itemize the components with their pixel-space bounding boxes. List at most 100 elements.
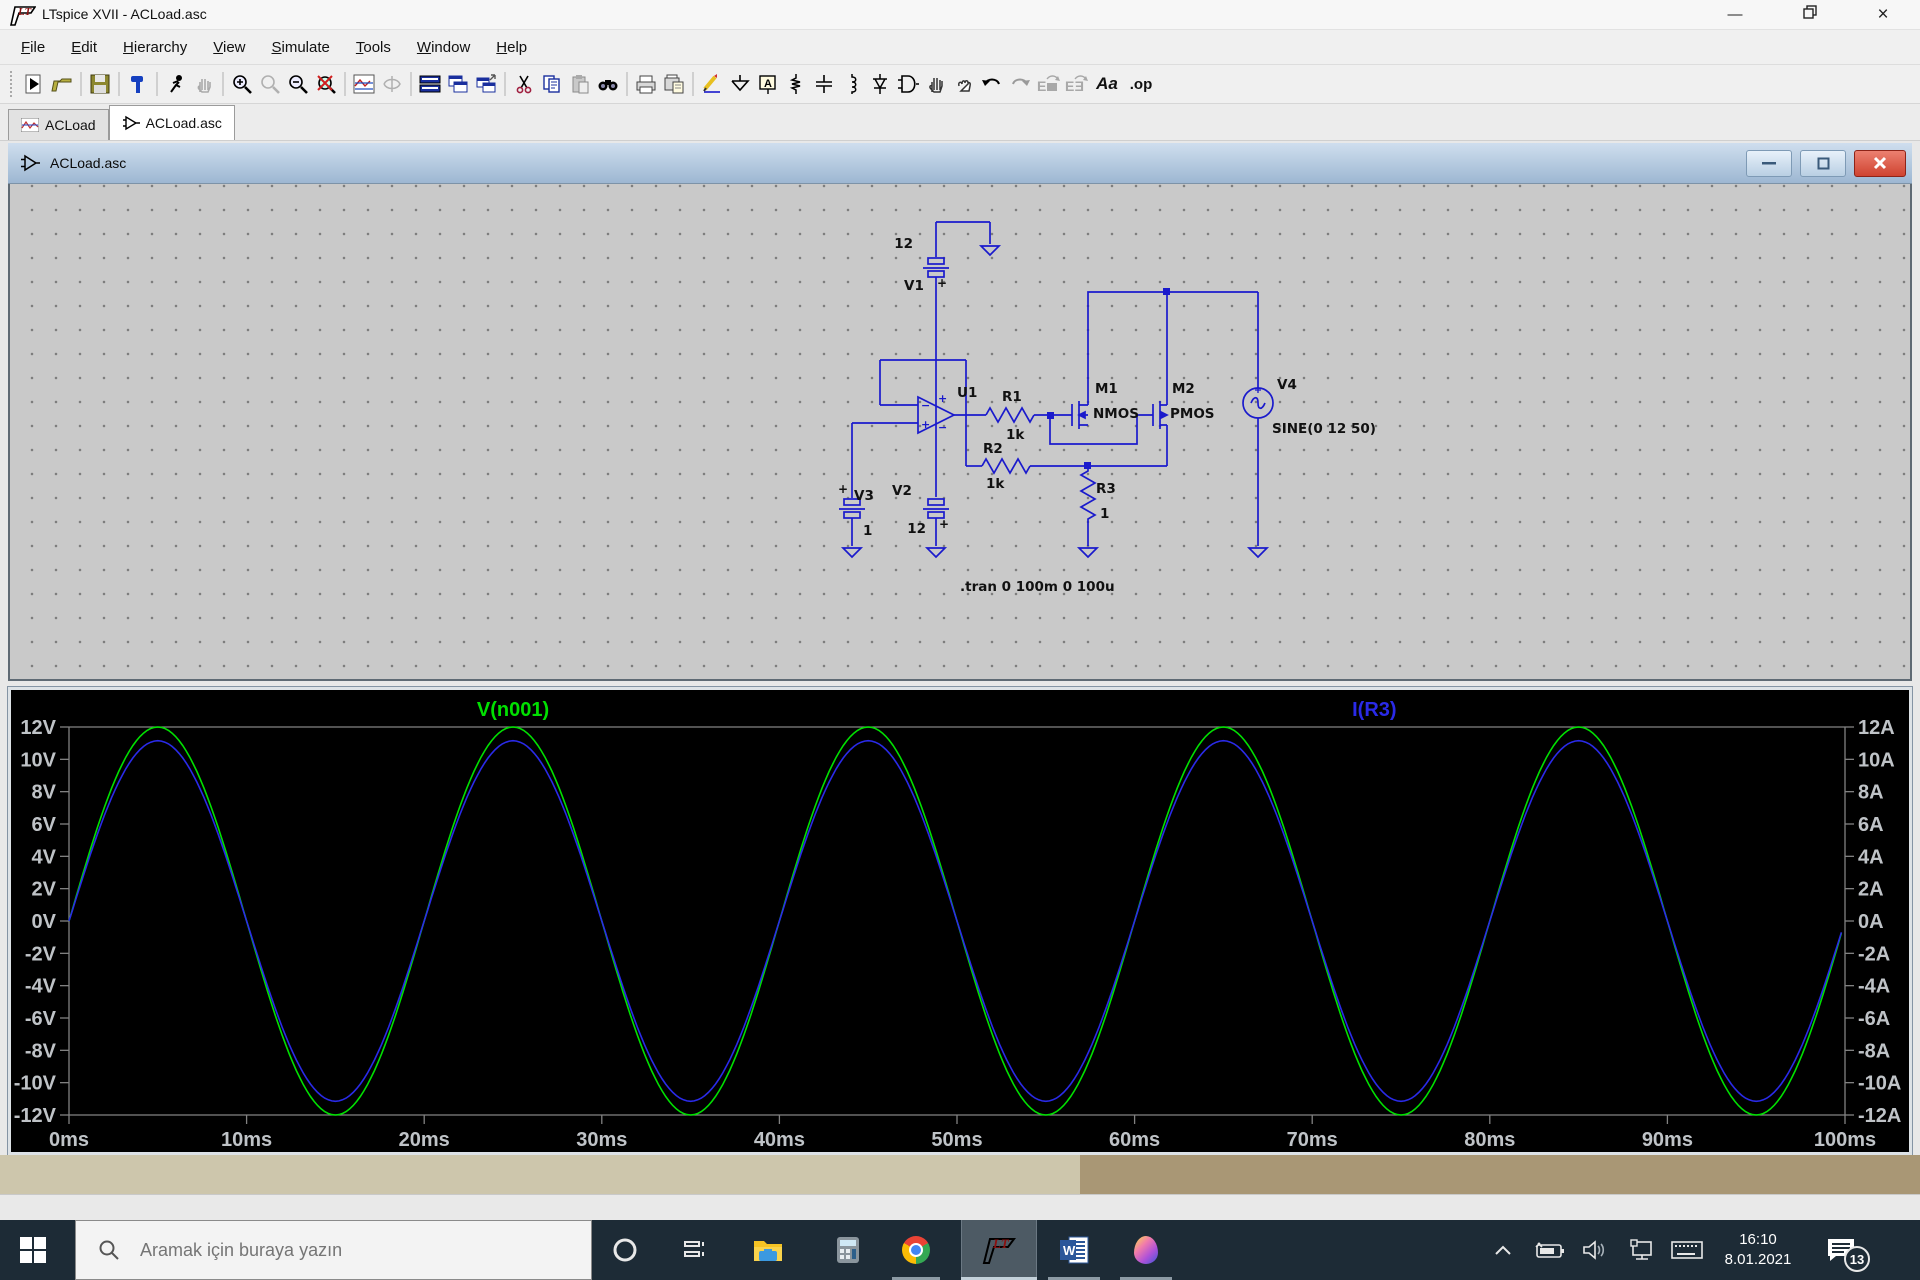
restore-button[interactable] [1787,0,1833,30]
v3-name[interactable]: V3 [854,488,874,504]
zoom-in-icon[interactable] [228,70,256,98]
paste-icon[interactable] [566,70,594,98]
child-restore-button[interactable] [1800,150,1846,177]
resistor-icon[interactable] [782,70,810,98]
toolbar-grip[interactable] [10,71,14,97]
net-label-icon[interactable]: A [754,70,782,98]
v4-value[interactable]: SINE(0 12 50) [1272,421,1376,437]
plot-settings-icon[interactable] [350,70,378,98]
pan-icon[interactable] [190,70,218,98]
control-panel-icon[interactable] [124,70,152,98]
menu-hierarchy[interactable]: Hierarchy [112,35,198,60]
copy-icon[interactable] [538,70,566,98]
u1-name[interactable]: U1 [957,385,977,401]
run-icon[interactable] [20,70,48,98]
menu-file[interactable]: File [10,35,56,60]
r2-resistor-symbol[interactable] [982,459,1030,473]
zoom-full-extents-icon[interactable] [312,70,340,98]
find-icon[interactable] [594,70,622,98]
action-center-button[interactable]: 13 [1806,1236,1876,1264]
search-input[interactable] [138,1239,558,1262]
ground-icon[interactable] [726,70,754,98]
child-minimize-button[interactable] [1746,150,1792,177]
drag-icon[interactable] [950,70,978,98]
menu-edit[interactable]: Edit [60,35,108,60]
m2-name[interactable]: M2 [1172,381,1195,397]
r3-value[interactable]: 1 [1100,506,1109,522]
r3-name[interactable]: R3 [1096,481,1116,497]
cascade-windows-icon[interactable] [444,70,472,98]
v2-value[interactable]: 12 [907,521,926,537]
arrange-windows-icon[interactable] [472,70,500,98]
schematic-window-titlebar[interactable]: ACLoad.asc [8,143,1912,184]
autorange-icon[interactable] [378,70,406,98]
tran-directive[interactable]: .tran 0 100m 0 100u [960,579,1115,595]
v2-name[interactable]: V2 [892,483,912,499]
tab-acload-schematic[interactable]: ACLoad.asc [109,105,235,140]
battery-status[interactable] [1526,1241,1572,1259]
mirror-icon[interactable]: E [1034,70,1062,98]
spice-directive-icon[interactable]: .op [1124,70,1158,98]
m1-model[interactable]: NMOS [1093,406,1139,422]
r1-resistor-symbol[interactable] [986,408,1034,422]
r1-value[interactable]: 1k [1006,427,1025,443]
save-icon[interactable] [86,70,114,98]
touch-keyboard[interactable] [1664,1240,1710,1260]
menu-tools[interactable]: Tools [345,35,402,60]
start-button[interactable] [0,1220,66,1280]
taskbar-calculator-button[interactable] [820,1222,876,1278]
zoom-area-icon[interactable] [256,70,284,98]
tray-expand-button[interactable] [1480,1244,1526,1256]
menu-view[interactable]: View [202,35,256,60]
cut-icon[interactable] [510,70,538,98]
taskbar-paint3d-button[interactable] [1118,1222,1174,1278]
menu-simulate[interactable]: Simulate [261,35,341,60]
r1-name[interactable]: R1 [1002,389,1022,405]
v4-source-symbol[interactable] [1243,387,1273,418]
child-close-button[interactable] [1854,150,1906,177]
v3-value[interactable]: 1 [863,523,872,539]
taskbar-word-button[interactable]: W [1046,1222,1102,1278]
close-button[interactable]: × [1860,0,1906,30]
v1-battery-symbol[interactable] [923,258,949,277]
m1-name[interactable]: M1 [1095,381,1118,397]
m1-nmos-symbol[interactable] [1072,401,1088,429]
r2-value[interactable]: 1k [986,476,1005,492]
move-icon[interactable] [922,70,950,98]
v4-name[interactable]: V4 [1277,377,1297,393]
taskbar-clock[interactable]: 16:10 8.01.2021 [1710,1230,1806,1270]
waveform-pane[interactable]: 12V12A10V10A8V8A6V6A4V4A2V2A0V0A-2V-2A-4… [8,687,1912,1155]
taskbar-search[interactable] [75,1220,592,1280]
v1-name[interactable]: V1 [904,278,924,294]
zoom-out-icon[interactable] [284,70,312,98]
halt-icon[interactable] [162,70,190,98]
m2-pmos-symbol[interactable] [1153,401,1167,429]
taskbar-cortana-button[interactable] [597,1222,653,1278]
rotate-icon[interactable]: EE [1062,70,1090,98]
open-icon[interactable] [48,70,76,98]
inductor-icon[interactable] [838,70,866,98]
v1-value[interactable]: 12 [894,236,913,252]
capacitor-icon[interactable] [810,70,838,98]
m2-model[interactable]: PMOS [1170,406,1215,422]
r3-resistor-symbol[interactable] [1081,466,1095,528]
schematic-canvas[interactable]: − + + − 12 V1 + U1 R1 1k M1 NMOS M2 PMOS… [10,184,1910,679]
taskbar-task-view-button[interactable] [667,1222,723,1278]
v2-battery-symbol[interactable] [923,499,949,518]
taskbar-ltspice-button[interactable]: LT [961,1220,1037,1280]
taskbar-chrome-button[interactable] [888,1222,944,1278]
diode-icon[interactable] [866,70,894,98]
print-preview-icon[interactable] [660,70,688,98]
print-icon[interactable] [632,70,660,98]
component-icon[interactable] [894,70,922,98]
wire-icon[interactable] [698,70,726,98]
volume-control[interactable] [1572,1240,1618,1260]
taskbar-file-explorer-button[interactable] [740,1222,796,1278]
menu-help[interactable]: Help [485,35,538,60]
menu-window[interactable]: Window [406,35,481,60]
redo-icon[interactable] [1006,70,1034,98]
tab-acload-waveform[interactable]: ACLoad [8,109,109,140]
network-status[interactable] [1618,1239,1664,1261]
undo-icon[interactable] [978,70,1006,98]
tile-windows-icon[interactable] [416,70,444,98]
